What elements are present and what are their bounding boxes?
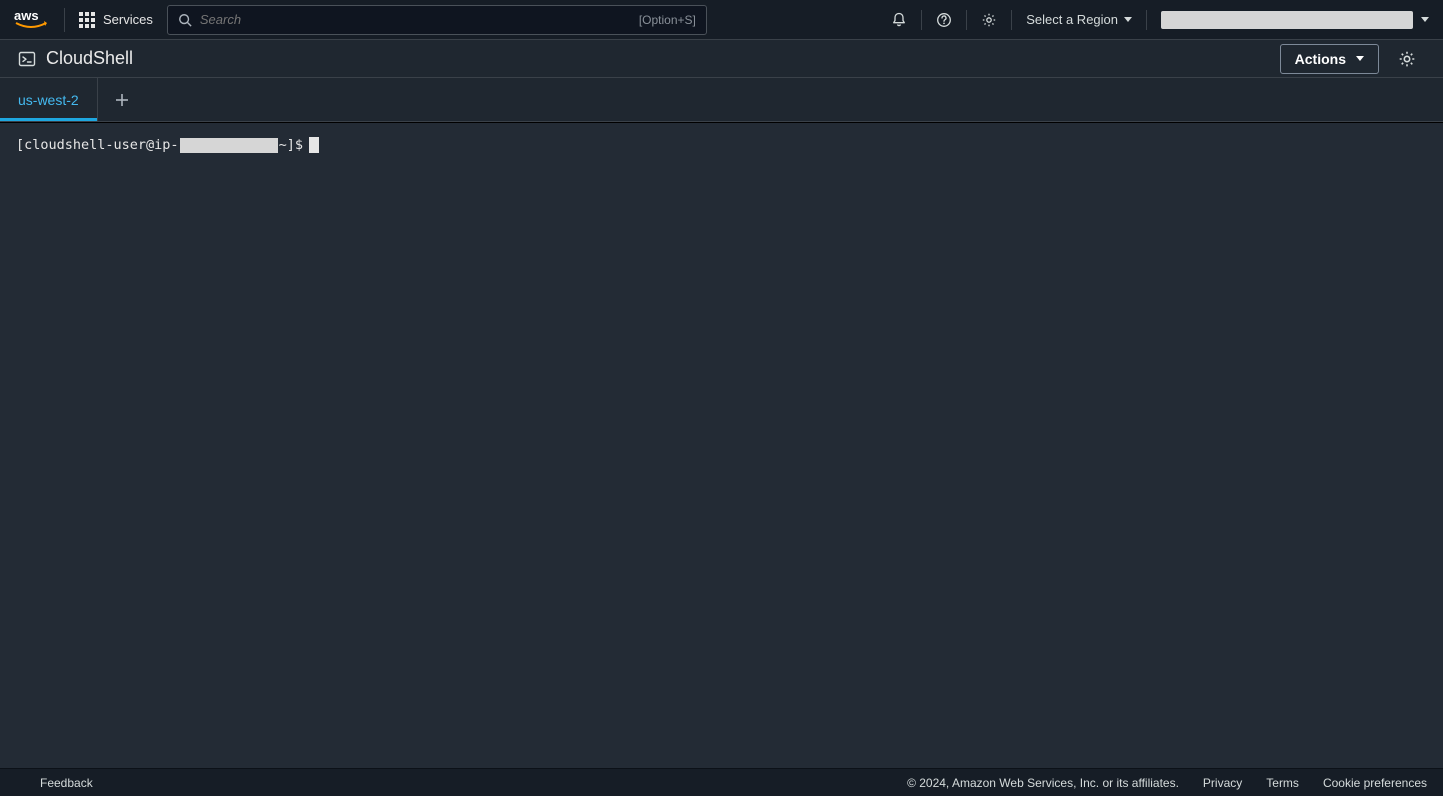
tabs-bar: us-west-2 (0, 78, 1443, 122)
plus-icon (115, 93, 129, 107)
account-redacted (1161, 11, 1413, 29)
help-button[interactable] (922, 0, 966, 40)
region-label: Select a Region (1026, 12, 1118, 27)
account-menu[interactable] (1147, 11, 1429, 29)
aws-logo-icon: aws (14, 8, 48, 30)
cookie-preferences-link[interactable]: Cookie preferences (1323, 776, 1427, 790)
gear-icon (1398, 50, 1416, 68)
search-icon (178, 13, 192, 27)
cloudshell-icon (18, 50, 36, 68)
grid-icon (79, 12, 95, 28)
global-search[interactable]: [Option+S] (167, 5, 707, 35)
help-icon (936, 12, 952, 28)
prompt-suffix: ~]$ (279, 137, 303, 153)
gear-icon (981, 12, 997, 28)
chevron-down-icon (1356, 56, 1364, 61)
chevron-down-icon (1124, 17, 1132, 22)
ip-redacted (180, 138, 278, 153)
region-selector[interactable]: Select a Region (1012, 0, 1146, 40)
terminal[interactable]: [cloudshell-user@ip- ~]$ (0, 122, 1443, 768)
terminal-prompt-line: [cloudshell-user@ip- ~]$ (16, 137, 1427, 153)
terms-link[interactable]: Terms (1266, 776, 1299, 790)
footer: Feedback © 2024, Amazon Web Services, In… (0, 768, 1443, 796)
actions-button[interactable]: Actions (1280, 44, 1379, 74)
bell-icon (891, 12, 907, 28)
chevron-down-icon (1421, 17, 1429, 22)
search-input[interactable] (200, 12, 631, 27)
services-label: Services (103, 12, 153, 27)
global-settings-button[interactable] (967, 0, 1011, 40)
feedback-link[interactable]: Feedback (40, 776, 93, 790)
copyright-text: © 2024, Amazon Web Services, Inc. or its… (907, 776, 1179, 790)
service-header: CloudShell Actions (0, 40, 1443, 78)
search-shortcut-hint: [Option+S] (639, 13, 696, 27)
aws-logo[interactable]: aws (14, 8, 65, 32)
services-menu[interactable]: Services (65, 12, 167, 28)
terminal-cursor (309, 137, 319, 153)
prompt-prefix: [cloudshell-user@ip- (16, 137, 179, 153)
notifications-button[interactable] (877, 0, 921, 40)
privacy-link[interactable]: Privacy (1203, 776, 1242, 790)
global-nav: aws Services [Option+S] (0, 0, 1443, 40)
tab-label: us-west-2 (18, 92, 79, 108)
actions-label: Actions (1295, 51, 1346, 67)
cloudshell-settings-button[interactable] (1389, 50, 1425, 68)
tab-us-west-2[interactable]: us-west-2 (0, 78, 98, 121)
add-tab-button[interactable] (98, 78, 146, 121)
page-title: CloudShell (46, 48, 133, 69)
svg-text:aws: aws (14, 8, 39, 23)
